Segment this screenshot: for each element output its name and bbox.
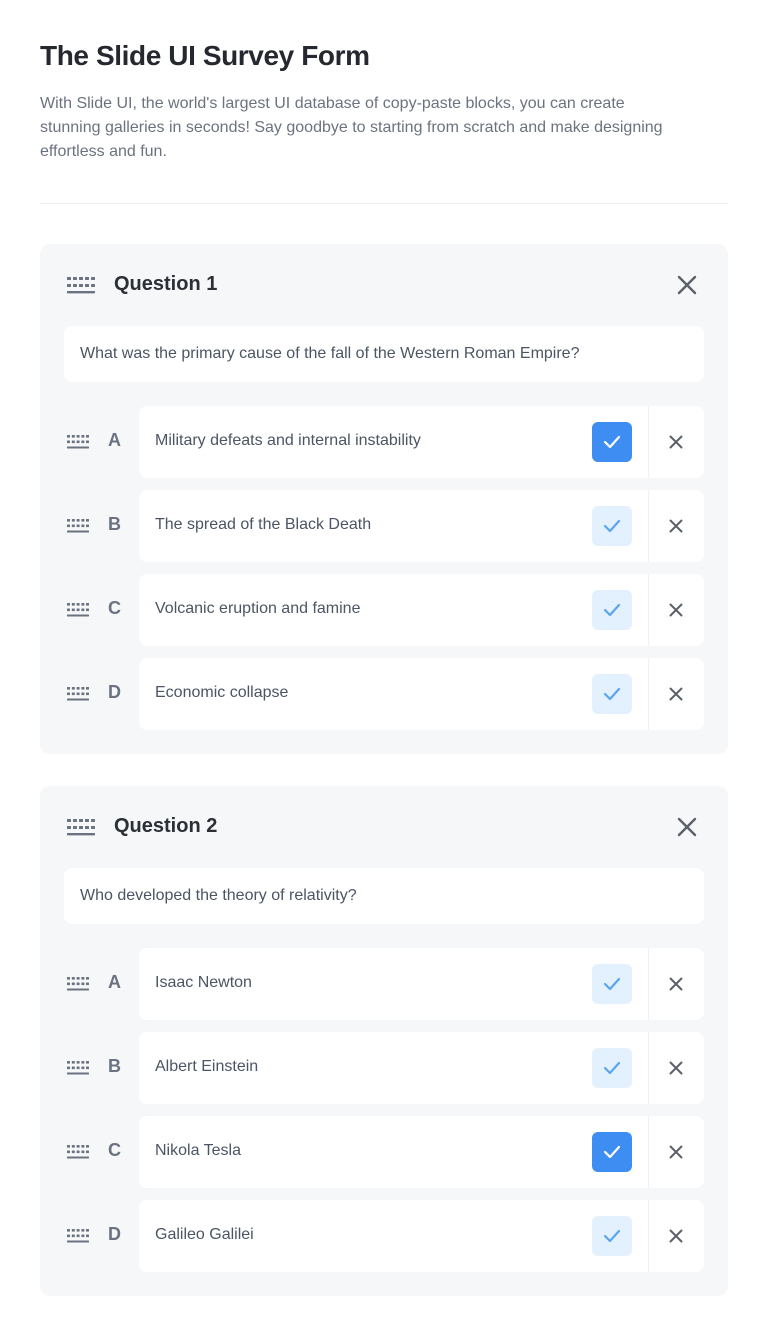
- check-icon: [603, 1229, 621, 1243]
- remove-answer-button[interactable]: [666, 600, 686, 620]
- answer-row: D Galileo Galilei: [40, 1200, 728, 1272]
- answer-row: C Volcanic eruption and famine: [40, 574, 728, 646]
- answer-letter: C: [108, 598, 121, 618]
- drag-handle-icon[interactable]: [67, 817, 95, 837]
- answer-text-input[interactable]: Isaac Newton: [155, 974, 252, 992]
- remove-answer-button[interactable]: [666, 516, 686, 536]
- correct-answer-checkbox[interactable]: [592, 964, 632, 1004]
- remove-answer-button[interactable]: [666, 1226, 686, 1246]
- divider: [648, 406, 649, 478]
- close-icon: [669, 1229, 683, 1243]
- answer-text-input[interactable]: Military defeats and internal instabilit…: [155, 432, 421, 450]
- check-icon: [603, 603, 621, 617]
- drag-handle-icon[interactable]: [67, 976, 89, 992]
- answer-text-input[interactable]: Volcanic eruption and famine: [155, 600, 360, 618]
- drag-handle-icon[interactable]: [67, 1060, 89, 1076]
- remove-answer-button[interactable]: [666, 974, 686, 994]
- divider: [648, 1032, 649, 1104]
- correct-answer-checkbox[interactable]: [592, 674, 632, 714]
- check-icon: [603, 435, 621, 449]
- question-title: Question 1: [114, 273, 218, 295]
- correct-answer-checkbox[interactable]: [592, 1216, 632, 1256]
- answer-letter: D: [108, 1224, 121, 1244]
- divider: [648, 1116, 649, 1188]
- divider: [648, 948, 649, 1020]
- answer-option: The spread of the Black Death: [139, 490, 704, 562]
- check-icon: [603, 1145, 621, 1159]
- answer-option: Albert Einstein: [139, 1032, 704, 1104]
- answer-letter: A: [108, 430, 121, 450]
- check-icon: [603, 1061, 621, 1075]
- answer-text-input[interactable]: The spread of the Black Death: [155, 516, 371, 534]
- correct-answer-checkbox[interactable]: [592, 590, 632, 630]
- answer-text-input[interactable]: Galileo Galilei: [155, 1226, 254, 1244]
- close-icon: [669, 435, 683, 449]
- drag-handle-icon[interactable]: [67, 1228, 89, 1244]
- answer-text-input[interactable]: Albert Einstein: [155, 1058, 258, 1076]
- question-text-input[interactable]: Who developed the theory of relativity?: [64, 868, 704, 924]
- close-icon: [677, 275, 697, 295]
- question-card-1: Question 1 What was the primary cause of…: [40, 244, 728, 754]
- answer-letter: D: [108, 682, 121, 702]
- page-description: With Slide UI, the world's largest UI da…: [40, 95, 663, 160]
- correct-answer-checkbox[interactable]: [592, 1048, 632, 1088]
- answer-row: B Albert Einstein: [40, 1032, 728, 1104]
- page-title: The Slide UI Survey Form: [40, 40, 370, 71]
- answer-row: D Economic collapse: [40, 658, 728, 730]
- close-icon: [677, 817, 697, 837]
- close-icon: [669, 603, 683, 617]
- drag-handle-icon[interactable]: [67, 686, 89, 702]
- answer-letter: A: [108, 972, 121, 992]
- correct-answer-checkbox[interactable]: [592, 422, 632, 462]
- divider: [648, 490, 649, 562]
- answer-letter: C: [108, 1140, 121, 1160]
- check-icon: [603, 519, 621, 533]
- question-card-2: Question 2 Who developed the theory of r…: [40, 786, 728, 1296]
- question-header: Question 2: [64, 810, 704, 844]
- drag-handle-icon[interactable]: [67, 602, 89, 618]
- answer-option: Isaac Newton: [139, 948, 704, 1020]
- answer-row: A Isaac Newton: [40, 948, 728, 1020]
- check-icon: [603, 687, 621, 701]
- answer-text-input[interactable]: Economic collapse: [155, 684, 288, 702]
- answer-option: Volcanic eruption and famine: [139, 574, 704, 646]
- answer-letter: B: [108, 514, 121, 534]
- question-title: Question 2: [114, 815, 218, 837]
- close-icon: [669, 519, 683, 533]
- drag-handle-icon[interactable]: [67, 275, 95, 295]
- close-icon: [669, 977, 683, 991]
- drag-handle-icon[interactable]: [67, 518, 89, 534]
- divider: [648, 574, 649, 646]
- remove-question-button[interactable]: [676, 274, 698, 296]
- correct-answer-checkbox[interactable]: [592, 506, 632, 546]
- question-header: Question 1: [64, 268, 704, 302]
- close-icon: [669, 687, 683, 701]
- remove-answer-button[interactable]: [666, 684, 686, 704]
- divider: [40, 203, 728, 204]
- answer-row: B The spread of the Black Death: [40, 490, 728, 562]
- correct-answer-checkbox[interactable]: [592, 1132, 632, 1172]
- answer-text-input[interactable]: Nikola Tesla: [155, 1142, 241, 1160]
- drag-handle-icon[interactable]: [67, 1144, 89, 1160]
- answer-option: Galileo Galilei: [139, 1200, 704, 1272]
- answer-letter: B: [108, 1056, 121, 1076]
- answer-option: Nikola Tesla: [139, 1116, 704, 1188]
- remove-question-button[interactable]: [676, 816, 698, 838]
- check-icon: [603, 977, 621, 991]
- divider: [648, 658, 649, 730]
- remove-answer-button[interactable]: [666, 432, 686, 452]
- divider: [648, 1200, 649, 1272]
- remove-answer-button[interactable]: [666, 1058, 686, 1078]
- close-icon: [669, 1145, 683, 1159]
- survey-page: The Slide UI Survey Form With Slide UI, …: [0, 0, 768, 1336]
- drag-handle-icon[interactable]: [67, 434, 89, 450]
- answer-option: Economic collapse: [139, 658, 704, 730]
- question-text-input[interactable]: What was the primary cause of the fall o…: [64, 326, 704, 382]
- close-icon: [669, 1061, 683, 1075]
- answer-row: C Nikola Tesla: [40, 1116, 728, 1188]
- remove-answer-button[interactable]: [666, 1142, 686, 1162]
- answer-row: A Military defeats and internal instabil…: [40, 406, 728, 478]
- answer-option: Military defeats and internal instabilit…: [139, 406, 704, 478]
